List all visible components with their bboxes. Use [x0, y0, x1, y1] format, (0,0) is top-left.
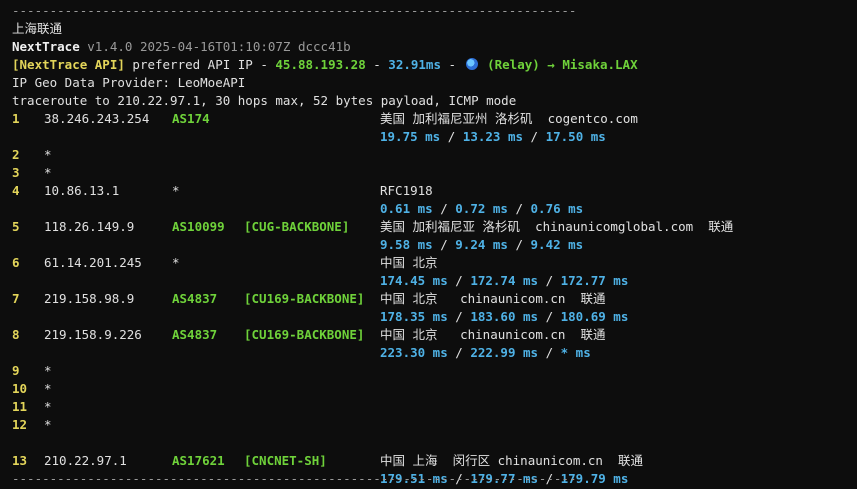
- hop-rtt-row: 174.45 ms / 172.74 ms / 172.77 ms: [380, 272, 628, 290]
- rtt-separator: /: [523, 129, 546, 144]
- hop-number: 12: [12, 417, 28, 432]
- hop-rtt-value: 0.72 ms: [455, 201, 508, 216]
- hop-rtt-value: 9.58 ms: [380, 237, 433, 252]
- version-info: v1.4.0 2025-04-16T01:10:07Z dccc41b: [87, 39, 351, 54]
- api-latency: 32.91ms: [388, 57, 441, 72]
- hop-geo: 中国 北京: [380, 255, 438, 270]
- rtt-separator: /: [507, 201, 531, 216]
- hop-ip: *: [44, 381, 52, 396]
- hop-asn: AS174: [172, 111, 210, 126]
- api-relay: (Relay) → Misaka.LAX: [487, 57, 638, 72]
- location-title: 上海联通: [12, 21, 63, 36]
- hop-geo: 美国 加利福尼亚州 洛杉矶 cogentco.com: [380, 111, 638, 126]
- rtt-separator: /: [447, 273, 471, 288]
- rtt-separator: /: [432, 201, 456, 216]
- hop-rtt-value: 174.45 ms: [380, 273, 448, 288]
- separator-bottom: ----------------------------------------…: [12, 471, 577, 486]
- hop-asn: *: [172, 183, 180, 198]
- api-ip: 45.88.193.28: [275, 57, 366, 72]
- hop-geo: 中国 北京 chinaunicom.cn 联通: [380, 327, 606, 342]
- rtt-separator: /: [538, 273, 561, 288]
- hop-ip: 210.22.97.1: [44, 453, 127, 468]
- hop-rtt-value: 178.35 ms: [380, 309, 448, 324]
- hop-number: 10: [12, 381, 28, 396]
- api-line: [NextTrace API] preferred API IP - 45.88…: [12, 56, 638, 74]
- hop-number: 2: [12, 147, 20, 162]
- globe-icon: [465, 58, 478, 70]
- api-dash2: -: [440, 57, 464, 72]
- hop-rtt-value: 172.74 ms: [470, 273, 539, 288]
- hop-rtt-value: 222.99 ms: [470, 345, 539, 360]
- hop-geo: 中国 上海 闵行区 chinaunicom.cn 联通: [380, 453, 644, 468]
- rtt-separator: /: [507, 237, 531, 252]
- hop-rtt-row: 9.58 ms / 9.24 ms / 9.42 ms: [380, 236, 583, 254]
- hop-ip: 61.14.201.245: [44, 255, 142, 270]
- hop-rtt-value: 172.77 ms: [560, 273, 629, 288]
- hop-rtt-value: 13.23 ms: [462, 129, 524, 144]
- hop-asn: AS4837: [172, 291, 218, 306]
- hop-asn: AS4837: [172, 327, 218, 342]
- hop-asn: *: [172, 255, 180, 270]
- hop-ip: 10.86.13.1: [44, 183, 120, 198]
- hop-ip: *: [44, 399, 52, 414]
- app-name: NextTrace: [12, 39, 80, 54]
- hop-ip: 219.158.98.9: [44, 291, 135, 306]
- version-line: NextTrace v1.4.0 2025-04-16T01:10:07Z dc…: [12, 38, 351, 56]
- hop-asn: AS17621: [172, 453, 225, 468]
- rtt-separator: /: [538, 345, 561, 360]
- api-tag: [NextTrace API]: [12, 57, 125, 72]
- hop-number: 1: [12, 111, 20, 126]
- hop-number: 7: [12, 291, 20, 306]
- hop-rtt-value: 19.75 ms: [380, 129, 441, 144]
- hop-number: 4: [12, 183, 20, 198]
- hop-number: 11: [12, 399, 28, 414]
- hop-number: 9: [12, 363, 20, 378]
- rtt-separator: /: [538, 309, 561, 324]
- hop-rtt-value: 0.61 ms: [380, 201, 433, 216]
- hop-rtt-value: 223.30 ms: [380, 345, 448, 360]
- hop-number: 13: [12, 453, 28, 468]
- rtt-separator: /: [447, 345, 471, 360]
- geo-provider: IP Geo Data Provider: LeoMoeAPI: [12, 75, 246, 90]
- hop-number: 6: [12, 255, 20, 270]
- separator-top: ----------------------------------------…: [12, 3, 577, 18]
- hop-tag: [CUG-BACKBONE]: [244, 219, 350, 234]
- hop-tag: [CU169-BACKBONE]: [244, 291, 365, 306]
- hop-rtt-value: * ms: [560, 345, 591, 360]
- hop-ip: 118.26.149.9: [44, 219, 135, 234]
- hop-tag: [CU169-BACKBONE]: [244, 327, 365, 342]
- hop-rtt-row: 178.35 ms / 183.60 ms / 180.69 ms: [380, 308, 628, 326]
- rtt-separator: /: [447, 309, 471, 324]
- hop-geo: 中国 北京 chinaunicom.cn 联通: [380, 291, 606, 306]
- hop-ip: *: [44, 363, 52, 378]
- hop-rtt-row: 0.61 ms / 0.72 ms / 0.76 ms: [380, 200, 583, 218]
- rtt-separator: /: [432, 237, 456, 252]
- hop-tag: [CNCNET-SH]: [244, 453, 327, 468]
- hop-rtt-value: 183.60 ms: [470, 309, 539, 324]
- hop-ip: 38.246.243.254: [44, 111, 150, 126]
- hop-number: 8: [12, 327, 20, 342]
- hop-rtt-value: 9.24 ms: [455, 237, 508, 252]
- hop-rtt-value: 0.76 ms: [530, 201, 584, 216]
- hop-ip: *: [44, 147, 52, 162]
- hop-ip: *: [44, 165, 52, 180]
- hop-rtt-row: 223.30 ms / 222.99 ms / * ms: [380, 344, 591, 362]
- hop-rtt-value: 9.42 ms: [530, 237, 584, 252]
- hop-ip: *: [44, 417, 52, 432]
- terminal-window: ----------------------------------------…: [0, 0, 857, 489]
- hop-rtt-row: 19.75 ms / 13.23 ms / 17.50 ms: [380, 128, 606, 146]
- hop-number: 3: [12, 165, 20, 180]
- hop-rtt-value: 180.69 ms: [560, 309, 629, 324]
- api-dash: -: [365, 57, 389, 72]
- hop-asn: AS10099: [172, 219, 225, 234]
- rtt-separator: /: [440, 129, 463, 144]
- api-text: preferred API IP -: [124, 57, 276, 72]
- hop-geo: RFC1918: [380, 183, 433, 198]
- traceroute-header: traceroute to 210.22.97.1, 30 hops max, …: [12, 93, 517, 108]
- hop-rtt-value: 17.50 ms: [545, 129, 606, 144]
- hop-number: 5: [12, 219, 20, 234]
- hop-ip: 219.158.9.226: [44, 327, 142, 342]
- hop-geo: 美国 加利福尼亚 洛杉矶 chinaunicomglobal.com 联通: [380, 219, 734, 234]
